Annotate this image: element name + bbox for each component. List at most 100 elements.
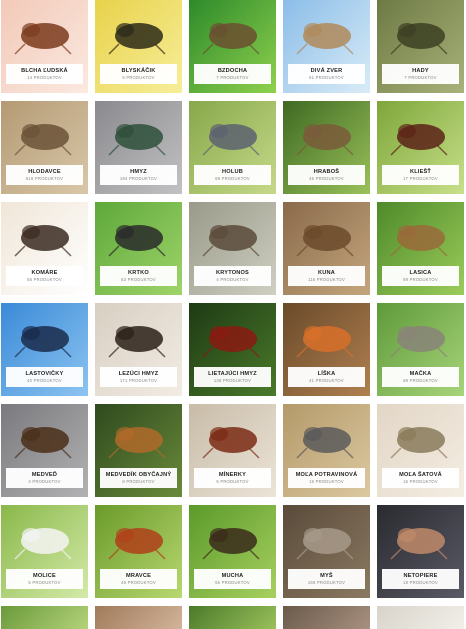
category-tile[interactable]: MOĽA ŠATOVÁ 15 PRODUKTOV (377, 404, 464, 497)
category-tile[interactable]: KLIEŠŤ 17 PRODUKTOV (377, 101, 464, 194)
category-tile[interactable]: KRTKO 63 PRODUKTOV (95, 202, 182, 295)
category-name: MEDVEDÍK OBYČAJNÝ (105, 472, 172, 478)
category-product-count: 15 PRODUKTOV (403, 479, 438, 484)
category-label-box: MEDVEĎ 4 PRODUKTOV (6, 468, 83, 488)
category-name: KLIEŠŤ (409, 169, 432, 175)
category-label-box: MRAVCE 45 PRODUKTOV (100, 569, 177, 589)
category-tile[interactable]: MYŠ 168 PRODUKTOV (283, 505, 370, 598)
product-count-suffix: PRODUKTOV (409, 277, 438, 282)
category-name: LASICA (409, 270, 432, 276)
category-name: MUCHA (221, 573, 244, 579)
category-product-count: 168 PRODUKTOV (308, 580, 345, 585)
next-row-partial (1, 606, 464, 629)
category-tile[interactable]: NETOPIERE 18 PRODUKTOV (377, 505, 464, 598)
category-product-count: 69 PRODUKTOV (403, 378, 438, 383)
product-count-number: 14 (27, 75, 33, 80)
category-label-box: KLIEŠŤ 17 PRODUKTOV (382, 165, 459, 185)
category-name: MEDVEĎ (31, 472, 58, 478)
category-name: NETOPIERE (403, 573, 438, 579)
category-tile[interactable]: LIETAJÚCI HMYZ 136 PRODUKTOV (189, 303, 276, 396)
category-product-count: 56 PRODUKTOV (27, 277, 62, 282)
category-tile[interactable]: MUCHA 55 PRODUKTOV (189, 505, 276, 598)
category-tile-partial[interactable] (283, 606, 370, 629)
product-count-number: 15 (403, 479, 409, 484)
product-count-suffix: PRODUKTOV (128, 176, 158, 181)
product-count-number: 516 (25, 176, 34, 181)
category-label-box: MUCHA 55 PRODUKTOV (194, 569, 271, 589)
product-count-suffix: PRODUKTOV (408, 75, 437, 80)
category-tile[interactable]: MRAVCE 45 PRODUKTOV (95, 505, 182, 598)
category-name: LEZÚCI HMYZ (118, 371, 159, 377)
category-product-count: 69 PRODUKTOV (403, 277, 438, 282)
category-tile[interactable]: MOĽA POTRAVINOVÁ 15 PRODUKTOV (283, 404, 370, 497)
category-label-box: MOĽA POTRAVINOVÁ 15 PRODUKTOV (288, 468, 365, 488)
category-tile[interactable]: LASTOVIČKY 40 PRODUKTOV (1, 303, 88, 396)
product-count-number: 18 (403, 580, 409, 585)
product-count-number: 5 (122, 75, 125, 80)
category-tile[interactable]: LEZÚCI HMYZ 171 PRODUKTOV (95, 303, 182, 396)
category-label-box: LASTOVIČKY 40 PRODUKTOV (6, 367, 83, 387)
category-tile[interactable]: DIVÁ ZVER 51 PRODUKTOV (283, 0, 370, 93)
category-tile-partial[interactable] (1, 606, 88, 629)
product-count-number: 69 (215, 176, 221, 181)
category-product-count: 18 PRODUKTOV (403, 580, 438, 585)
category-product-count: 194 PRODUKTOV (120, 176, 157, 181)
category-tile[interactable]: HADY 7 PRODUKTOV (377, 0, 464, 93)
category-label-box: LASICA 69 PRODUKTOV (382, 266, 459, 286)
category-tile[interactable]: MEDVEĎ 4 PRODUKTOV (1, 404, 88, 497)
product-count-number: 40 (27, 378, 33, 383)
category-name: HRABOŠ (313, 169, 340, 175)
category-tile-partial[interactable] (189, 606, 276, 629)
category-product-count: 8 PRODUKTOV (122, 479, 154, 484)
product-count-suffix: PRODUKTOV (220, 277, 249, 282)
category-tile[interactable]: MAČKA 69 PRODUKTOV (377, 303, 464, 396)
category-label-box: BLYSKÁČIK 5 PRODUKTOV (100, 64, 177, 84)
category-name: MOĽA ŠATOVÁ (399, 472, 442, 478)
category-tile[interactable]: KRYTONOS 4 PRODUKTOV (189, 202, 276, 295)
product-count-suffix: PRODUKTOV (127, 277, 156, 282)
category-tile[interactable]: HMYZ 194 PRODUKTOV (95, 101, 182, 194)
category-name: HLODAVCE (28, 169, 61, 175)
category-tile[interactable]: BLYSKÁČIK 5 PRODUKTOV (95, 0, 182, 93)
category-label-box: LIETAJÚCI HMYZ 136 PRODUKTOV (194, 367, 271, 387)
category-product-count: 40 PRODUKTOV (27, 378, 62, 383)
product-count-number: 136 (213, 378, 222, 383)
category-name: MÍNERKY (218, 472, 247, 478)
category-tile[interactable]: LASICA 69 PRODUKTOV (377, 202, 464, 295)
category-tile[interactable]: BLCHA ĽUDSKÁ 14 PRODUKTOV (1, 0, 88, 93)
product-count-suffix: PRODUKTOV (33, 277, 62, 282)
product-count-suffix: PRODUKTOV (32, 580, 61, 585)
category-name: LASTOVIČKY (25, 371, 64, 377)
category-tile[interactable]: KOMÁRE 56 PRODUKTOV (1, 202, 88, 295)
product-count-suffix: PRODUKTOV (220, 479, 249, 484)
product-count-suffix: PRODUKTOV (33, 75, 62, 80)
category-tile[interactable]: LÍŠKA 41 PRODUKTOV (283, 303, 370, 396)
product-count-number: 194 (119, 176, 128, 181)
category-tile-partial[interactable] (95, 606, 182, 629)
category-label-box: DIVÁ ZVER 51 PRODUKTOV (288, 64, 365, 84)
product-count-suffix: PRODUKTOV (127, 580, 156, 585)
category-tile[interactable]: HLODAVCE 516 PRODUKTOV (1, 101, 88, 194)
category-name: KRYTONOS (216, 270, 249, 276)
category-label-box: KOMÁRE 56 PRODUKTOV (6, 266, 83, 286)
category-tile[interactable]: KUNA 116 PRODUKTOV (283, 202, 370, 295)
category-label-box: BZDOCHA 7 PRODUKTOV (194, 64, 271, 84)
category-tile[interactable]: HOLUB 69 PRODUKTOV (189, 101, 276, 194)
category-tile[interactable]: MEDVEDÍK OBYČAJNÝ 8 PRODUKTOV (95, 404, 182, 497)
category-tile-partial[interactable] (377, 606, 464, 629)
category-name: KRTKO (128, 270, 149, 276)
category-name: MOĽA POTRAVINOVÁ (295, 472, 358, 478)
category-tile[interactable]: HRABOŠ 45 PRODUKTOV (283, 101, 370, 194)
product-count-number: 4 (216, 277, 219, 282)
category-name: MOLICE (33, 573, 56, 579)
product-count-suffix: PRODUKTOV (34, 176, 64, 181)
category-name: LIETAJÚCI HMYZ (208, 371, 257, 377)
product-count-number: 171 (119, 378, 128, 383)
product-count-number: 63 (121, 277, 127, 282)
category-tile[interactable]: MOLICE 5 PRODUKTOV (1, 505, 88, 598)
category-product-count: 69 PRODUKTOV (215, 176, 250, 181)
category-tile[interactable]: MÍNERKY 5 PRODUKTOV (189, 404, 276, 497)
category-tile[interactable]: BZDOCHA 7 PRODUKTOV (189, 0, 276, 93)
product-count-number: 17 (403, 176, 409, 181)
category-label-box: BLCHA ĽUDSKÁ 14 PRODUKTOV (6, 64, 83, 84)
